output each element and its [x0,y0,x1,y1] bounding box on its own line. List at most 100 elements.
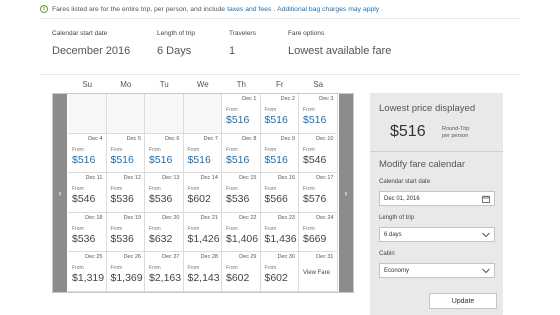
divider [370,151,503,152]
calendar-day-cell[interactable]: Dec 18 From $536 [68,212,107,253]
calendar-day-cell[interactable]: Dec 11 From $546 [68,173,107,213]
from-label: From [110,265,123,272]
filter-label: Fare options [288,30,325,37]
filter-start-date: Calendar start date December 2016 [52,30,130,57]
from-label: From [110,146,123,153]
calendar-day-cell[interactable]: Dec 15 From $536 [222,173,261,213]
calendar-day-cell[interactable]: Dec 27 From $2,163 [145,252,184,292]
filter-value: Lowest available fare [288,45,392,57]
calendar-day-cell[interactable]: Dec 31 View Fare [299,252,338,292]
calendar-day-cell[interactable]: Dec 7 From $516 [183,133,222,174]
from-label: From [226,225,238,232]
view-fare-link[interactable]: View Fare [303,270,330,276]
day-date: Dec 3 [319,96,334,102]
day-price: $536 [226,193,250,206]
cabin-select[interactable]: Economy [379,263,495,278]
calendar-day-cell[interactable]: Dec 12 From $536 [106,173,145,213]
calendar-day-cell[interactable]: Dec 26 From $1,369 [106,252,145,292]
weekday-header: Su Mo Tu We Th Fr Sa [68,80,338,92]
calendar-day-cell[interactable]: Dec 25 From $1,319 [68,252,107,292]
day-price: $516 [226,153,250,166]
calendar-day-cell[interactable]: Dec 13 From $536 [145,173,184,213]
calendar-day-cell[interactable]: Dec 8 From $516 [222,133,261,174]
calendar-day-cell[interactable]: Dec 20 From $632 [145,212,184,253]
day-price: $516 [264,153,288,166]
chevron-down-icon [481,266,491,276]
calendar-day-cell[interactable]: Dec 1 From $516 [222,94,261,134]
calendar-empty-cell [106,94,145,134]
calendar-day-cell[interactable]: Dec 5 From $516 [106,133,145,174]
calendar-icon[interactable] [481,194,491,204]
weekday-label: We [196,80,209,89]
day-date: Dec 24 [316,214,334,221]
filter-value: 6 Days [157,45,192,57]
from-label: From [72,186,84,193]
calendar-day-cell[interactable]: Dec 3 From $516 [299,94,338,134]
calendar-day-cell[interactable]: Dec 6 From $516 [145,133,184,174]
calendar-day-cell[interactable]: Dec 21 From $1,426 [183,212,222,253]
calendar-day-cell[interactable]: Dec 29 From $602 [222,252,261,292]
notice-text-1: Fares listed are for the entire trip [52,5,151,13]
from-label: From [187,186,200,193]
calendar-day-cell[interactable]: Dec 16 From $566 [260,173,299,213]
calendar-day-cell[interactable]: Dec 23 From $1,436 [260,212,299,253]
day-date: Dec 11 [85,175,103,182]
day-date: Dec 22 [239,214,257,221]
start-date-field[interactable]: Dec 01, 2016 [379,191,495,206]
day-price: $602 [264,272,288,285]
filter-label: Length of trip [157,30,195,37]
weekday-label: Th [236,80,246,89]
trip-length-select[interactable]: 6 days [379,227,495,242]
calendar-day-cell[interactable]: Dec 28 From $2,143 [183,252,222,292]
from-label: From [226,265,238,272]
search-summary: Calendar start date December 2016 Length… [52,30,522,64]
taxes-fees-link[interactable]: taxes and fees [227,6,271,13]
cabin-label: Cabin [379,251,395,257]
day-price: $546 [303,153,327,166]
day-price: $602 [187,193,211,206]
day-date: Dec 5 [126,135,141,142]
calendar-day-cell[interactable]: Dec 17 From $576 [299,173,338,213]
calendar-day-cell[interactable]: Dec 19 From $536 [106,212,145,253]
day-price: $602 [226,272,250,285]
day-date: Dec 26 [123,254,141,261]
from-label: From [264,107,277,113]
day-date: Dec 31 [316,254,334,261]
chevron-left-icon: ‹ [58,188,62,198]
from-label: From [303,186,315,193]
day-price: $576 [303,193,327,206]
next-month-button[interactable]: › [339,94,353,292]
price-basis: Round-Trip per person [442,126,469,140]
notice-text-3: . [273,5,276,13]
day-price: $516 [149,153,173,166]
day-price: $2,143 [187,272,220,285]
from-label: From [72,225,84,232]
day-date: Dec 6 [165,135,180,142]
day-price: $536 [110,232,134,245]
calendar-day-cell[interactable]: Dec 24 From $669 [299,212,338,253]
day-date: Dec 18 [85,214,103,221]
calendar-day-cell[interactable]: Dec 14 From $602 [183,173,222,213]
from-label: From [303,107,315,113]
update-button[interactable]: Update [429,293,497,309]
previous-month-button[interactable]: ‹ [53,94,67,292]
filter-label: Travelers [229,30,256,37]
calendar-day-cell[interactable]: Dec 10 From $546 [299,133,338,174]
day-price: $516 [187,153,211,166]
from-label: From [303,146,315,153]
calendar-day-cell[interactable]: Dec 22 From $1,406 [222,212,261,253]
calendar-day-cell[interactable]: Dec 9 From $516 [260,133,299,174]
calendar-day-cell[interactable]: Dec 30 From $602 [260,252,299,292]
price-basis-line-1: Round-Trip [442,126,470,132]
calendar-day-cell[interactable]: Dec 4 From $516 [68,133,107,174]
weekday-label: Sa [313,80,324,89]
lowest-price-value: $516 [390,123,426,140]
day-price: $516 [264,114,288,126]
from-label: From [72,265,84,272]
day-price: $536 [72,232,96,245]
bag-charges-link[interactable]: Additional bag charges may apply [277,6,379,13]
info-icon: i [40,5,48,13]
calendar-day-cell[interactable]: Dec 2 From $516 [260,94,299,134]
day-price: $536 [149,193,173,206]
from-label: From [149,186,161,193]
